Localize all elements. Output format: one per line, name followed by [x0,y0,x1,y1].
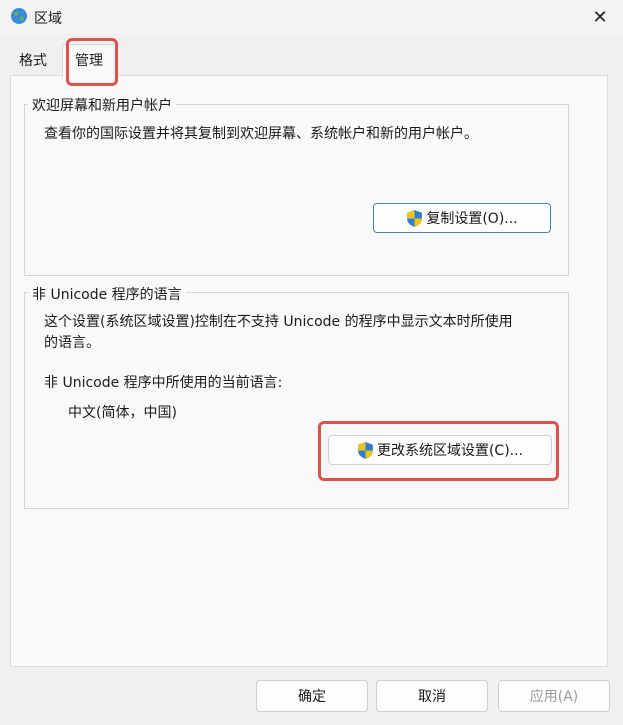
welcome-group-title: 欢迎屏幕和新用户帐户 [28,95,176,115]
copy-settings-label: 复制设置(O)... [426,211,518,227]
tab-format[interactable]: 格式 [8,47,58,75]
close-icon: ✕ [592,6,608,28]
current-language-label: 非 Unicode 程序中所使用的当前语言: [44,375,283,391]
current-language-value: 中文(简体，中国) [68,405,177,421]
highlight-box-button [318,421,559,481]
globe-icon [11,8,27,24]
welcome-description: 查看你的国际设置并将其复制到欢迎屏幕、系统帐户和新的用户帐户。 [44,126,478,142]
window-title: 区域 [34,11,62,27]
nonunicode-group-title: 非 Unicode 程序的语言 [28,284,186,304]
cancel-button[interactable]: 取消 [376,680,488,712]
title-bar: 区域 ✕ [0,0,623,34]
apply-button[interactable]: 应用(A) [498,680,610,712]
nonunicode-description-line2: 的语言。 [44,335,100,351]
ok-button[interactable]: 确定 [256,680,368,712]
nonunicode-description-line1: 这个设置(系统区域设置)控制在不支持 Unicode 的程序中显示文本时所使用 [44,314,513,330]
highlight-box-tab [66,38,118,86]
uac-shield-icon [407,209,423,227]
copy-settings-button[interactable]: 复制设置(O)... [373,203,551,233]
close-button[interactable]: ✕ [577,0,623,34]
